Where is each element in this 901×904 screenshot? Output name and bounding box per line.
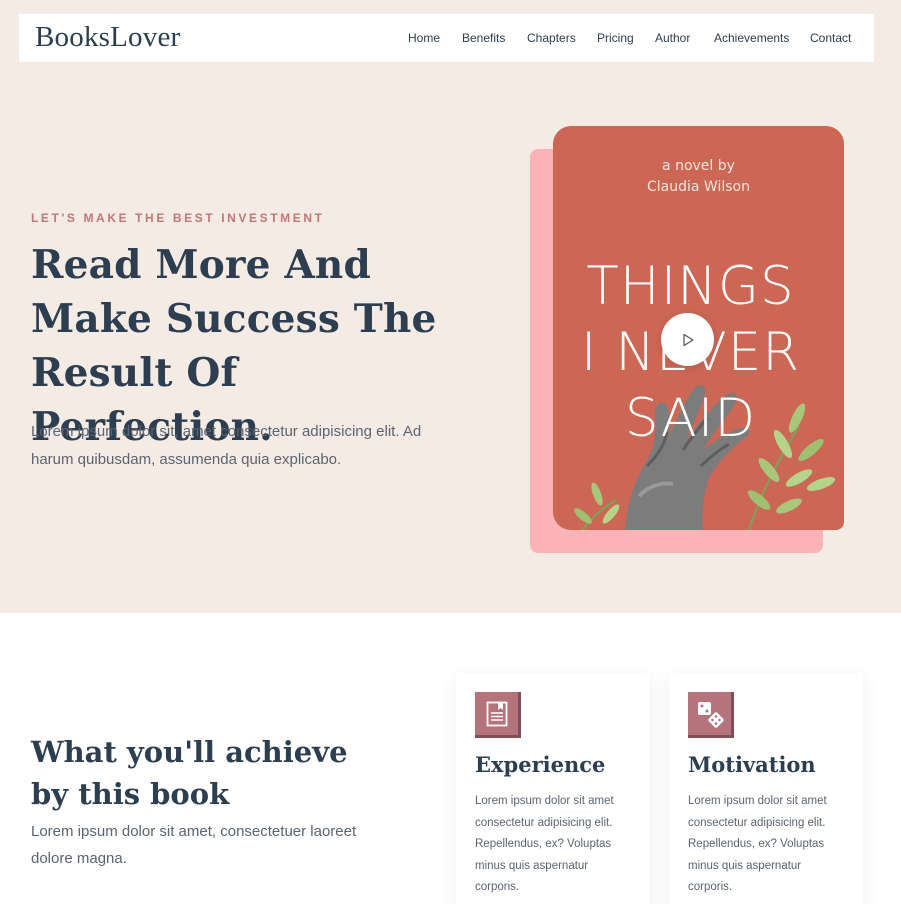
card-title: Motivation	[688, 752, 816, 777]
cover-title-line-3: SAID	[624, 388, 757, 449]
brand-logo[interactable]: BooksLover	[35, 21, 180, 54]
play-video-button[interactable]	[661, 313, 714, 366]
nav-pricing[interactable]: Pricing	[597, 31, 634, 45]
dice-icon	[688, 692, 734, 738]
nav-chapters[interactable]: Chapters	[527, 31, 576, 45]
book-icon	[475, 692, 521, 738]
card-text: Lorem ipsum dolor sit amet consectetur a…	[688, 795, 827, 893]
play-icon	[682, 333, 694, 346]
cover-byline: a novel by Claudia Wilson	[553, 156, 844, 198]
benefit-card-motivation: Motivation Lorem ipsum dolor sit amet co…	[669, 673, 863, 904]
nav-achievements[interactable]: Achievements	[714, 31, 789, 45]
benefit-card-experience: Experience Lorem ipsum dolor sit amet co…	[456, 673, 650, 904]
nav-contact[interactable]: Contact	[810, 31, 851, 45]
hero-text: Lorem ipsum dolor sit, amet consectetur …	[31, 423, 422, 468]
achieve-title: What you'll achieve by this book	[31, 731, 348, 815]
hero-section: BooksLover Home Benefits Chapters Pricin…	[0, 0, 901, 613]
cover-author: Claudia Wilson	[647, 179, 750, 195]
navbar: BooksLover Home Benefits Chapters Pricin…	[19, 14, 874, 62]
achieve-title-line-1: What you'll achieve	[31, 735, 348, 769]
achieve-title-line-2: by this book	[31, 777, 230, 811]
nav-benefits[interactable]: Benefits	[462, 31, 505, 45]
nav-author[interactable]: Author	[655, 31, 690, 45]
nav-home[interactable]: Home	[408, 31, 440, 45]
card-title: Experience	[475, 752, 606, 777]
hero-kicker: LET'S MAKE THE BEST INVESTMENT	[31, 211, 325, 225]
achieve-text: Lorem ipsum dolor sit amet, consectetuer…	[31, 823, 357, 867]
card-text: Lorem ipsum dolor sit amet consectetur a…	[475, 795, 614, 893]
cover-byline-1: a novel by	[662, 158, 735, 174]
cover-title-line-1: THINGS	[586, 256, 795, 317]
